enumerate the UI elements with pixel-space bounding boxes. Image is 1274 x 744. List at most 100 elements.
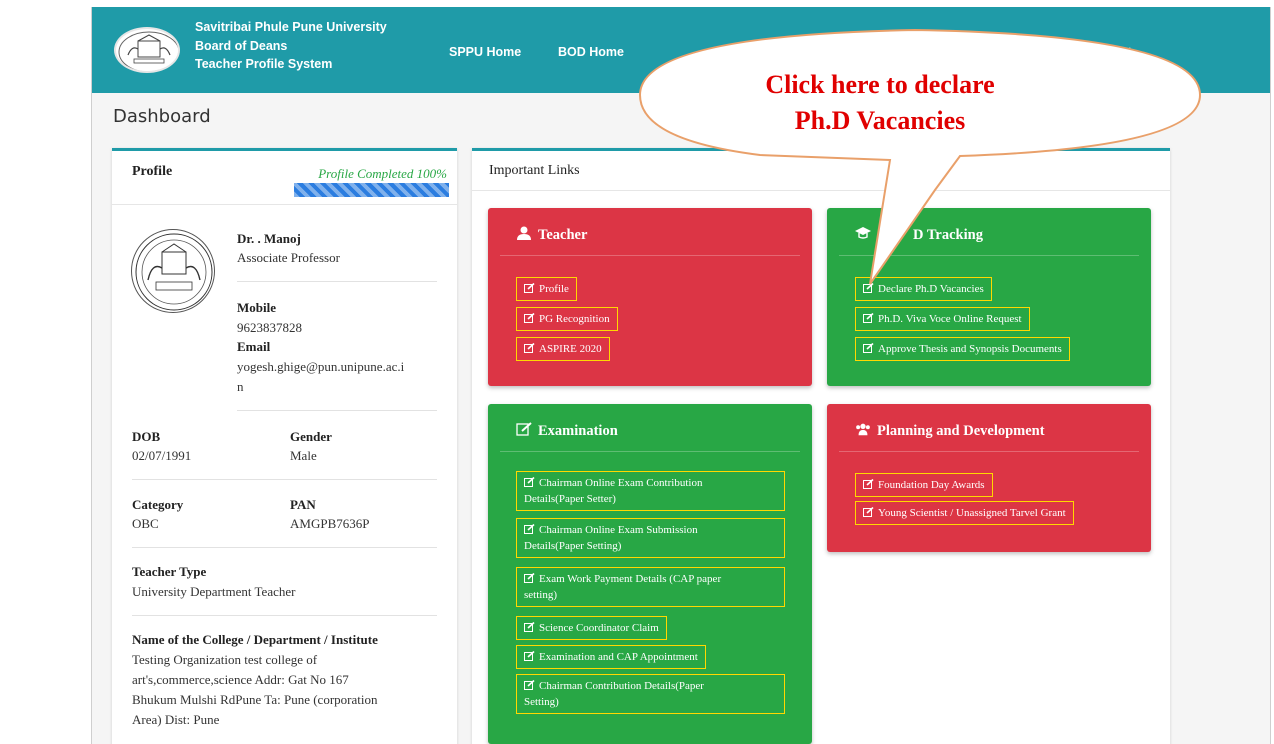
college-value-line3: Bhukum Mulshi RdPune Ta: Pune (corporati… xyxy=(132,692,378,707)
profile-card: Profile Profile Completed 100% Dr. . Man… xyxy=(112,148,457,744)
teacher-type-label: Teacher Type xyxy=(132,564,207,579)
college-value-line1: Testing Organization test college of xyxy=(132,652,318,667)
university-logo[interactable] xyxy=(114,27,180,73)
profile-card-title: Profile xyxy=(132,164,173,179)
edit-icon xyxy=(524,477,535,487)
button-label-line2: Details(Paper Setter) xyxy=(524,493,616,505)
profile-link-label: Profile xyxy=(539,283,569,295)
phd-tracking-box-title: D Tracking xyxy=(855,226,983,244)
nav-logout[interactable]: Logout xyxy=(1092,44,1132,59)
teacher-box-header: Teacher xyxy=(500,208,800,256)
edit-icon xyxy=(524,651,535,661)
pan-label: PAN xyxy=(290,497,316,512)
callout-text-line2: Ph.D Vacancies xyxy=(794,106,966,135)
button-label-line2: setting) xyxy=(524,589,557,601)
category-label: Category xyxy=(132,497,184,512)
edit-icon xyxy=(863,507,874,517)
edit-icon xyxy=(524,680,535,690)
foundation-day-awards-button[interactable]: Foundation Day Awards xyxy=(855,473,993,497)
phd-viva-voce-request-button[interactable]: Ph.D. Viva Voce Online Request xyxy=(855,307,1030,331)
teacher-box: Teacher Profile PG Recognition ASPIRE 20… xyxy=(488,208,812,386)
mobile-value: 9623837828 xyxy=(237,320,302,335)
button-label-line2: Setting) xyxy=(524,696,559,708)
divider xyxy=(132,615,437,616)
young-scientist-grant-button[interactable]: Young Scientist / Unassigned Tarvel Gran… xyxy=(855,501,1074,525)
gender-value: Male xyxy=(290,448,317,463)
declare-phd-vacancies-label: Declare Ph.D Vacancies xyxy=(878,283,984,295)
college-value-line2: art's,commerce,science Addr: Gat No 167 xyxy=(132,672,349,687)
profile-card-header: Profile Profile Completed 100% xyxy=(112,151,457,205)
planning-box-title: Planning and Development xyxy=(855,422,1045,440)
brand-title[interactable]: Savitribai Phule Pune University Board o… xyxy=(195,18,387,74)
important-links-card: Important Links Teacher Profile PG Recog… xyxy=(472,148,1170,744)
profile-link-button[interactable]: Profile xyxy=(516,277,577,301)
category-value: OBC xyxy=(132,516,159,531)
examination-box-label: Examination xyxy=(538,423,618,439)
divider xyxy=(132,479,437,480)
examination-box-header: Examination xyxy=(500,404,800,452)
edit-icon xyxy=(524,313,535,323)
profile-completion-label: Profile Completed 100% xyxy=(318,166,447,181)
college-value-line4: Area) Dist: Pune xyxy=(132,712,220,727)
planning-box-header: Planning and Development xyxy=(839,404,1139,452)
button-label-line1: Chairman Online Exam Contribution xyxy=(539,477,703,489)
divider xyxy=(237,410,437,411)
callout-text-line1: Click here to declare xyxy=(765,70,995,99)
button-label: Examination and CAP Appointment xyxy=(539,651,698,663)
teacher-box-label: Teacher xyxy=(538,227,588,243)
important-links-title: Important Links xyxy=(489,163,580,178)
edit-icon xyxy=(863,343,874,353)
graduation-icon xyxy=(855,227,871,239)
button-label-line1: Chairman Contribution Details(Paper xyxy=(539,680,704,692)
app-window: Savitribai Phule Pune University Board o… xyxy=(91,7,1271,744)
page-title: Dashboard xyxy=(113,106,211,127)
button-label: Young Scientist / Unassigned Tarvel Gran… xyxy=(878,507,1066,519)
chairman-contribution-details-button[interactable]: Chairman Contribution Details(Paper Setti… xyxy=(516,674,785,714)
examination-box: Examination Chairman Online Exam Contrib… xyxy=(488,404,812,744)
declare-phd-vacancies-button[interactable]: Declare Ph.D Vacancies xyxy=(855,277,992,301)
pg-recognition-link-button[interactable]: PG Recognition xyxy=(516,307,618,331)
aspire-2020-link-button[interactable]: ASPIRE 2020 xyxy=(516,337,610,361)
science-coordinator-claim-button[interactable]: Science Coordinator Claim xyxy=(516,616,667,640)
approve-thesis-button[interactable]: Approve Thesis and Synopsis Documents xyxy=(855,337,1070,361)
phd-viva-voce-request-label: Ph.D. Viva Voce Online Request xyxy=(878,313,1022,325)
divider xyxy=(132,547,437,548)
button-label: Foundation Day Awards xyxy=(878,479,985,491)
planning-box-label: Planning and Development xyxy=(877,423,1045,439)
dob-value: 02/07/1991 xyxy=(132,448,192,463)
edit-icon xyxy=(524,622,535,632)
examination-cap-appointment-button[interactable]: Examination and CAP Appointment xyxy=(516,645,706,669)
teacher-type-value: University Department Teacher xyxy=(132,584,296,599)
nav-bod-home[interactable]: BOD Home xyxy=(558,45,624,59)
avatar xyxy=(131,229,215,313)
brand-line-system: Teacher Profile System xyxy=(195,57,333,71)
edit-icon xyxy=(863,283,874,293)
edit-icon xyxy=(516,422,532,436)
brand-line-board: Board of Deans xyxy=(195,38,288,53)
profile-completion-bar xyxy=(294,183,449,197)
phd-tracking-box-label: D Tracking xyxy=(913,227,983,243)
users-icon xyxy=(856,423,870,436)
dob-label: DOB xyxy=(132,429,161,444)
approve-thesis-label: Approve Thesis and Synopsis Documents xyxy=(878,343,1062,355)
aspire-2020-link-label: ASPIRE 2020 xyxy=(539,343,602,355)
phd-tracking-box-header: D Tracking xyxy=(839,208,1139,256)
nav-sppu-home[interactable]: SPPU Home xyxy=(449,45,521,59)
chairman-online-exam-contribution-button[interactable]: Chairman Online Exam Contribution Details… xyxy=(516,471,785,511)
chairman-online-exam-submission-button[interactable]: Chairman Online Exam Submission Details(P… xyxy=(516,518,785,558)
button-label-line1: Chairman Online Exam Submission xyxy=(539,524,698,536)
email-value-line1: yogesh.ghige@pun.unipune.ac.i xyxy=(237,359,405,374)
top-navbar: Savitribai Phule Pune University Board o… xyxy=(92,7,1270,93)
pg-recognition-link-label: PG Recognition xyxy=(539,313,610,325)
teacher-designation: Associate Professor xyxy=(237,250,340,265)
button-label: Science Coordinator Claim xyxy=(539,622,659,634)
edit-icon xyxy=(524,283,535,293)
teacher-name: Dr. . Manoj xyxy=(237,231,301,246)
important-links-header: Important Links xyxy=(472,151,1170,191)
exam-work-payment-button[interactable]: Exam Work Payment Details (CAP paper sett… xyxy=(516,567,785,607)
examination-box-title: Examination xyxy=(516,422,618,440)
button-label-line2: Details(Paper Setting) xyxy=(524,540,622,552)
college-label: Name of the College / Department / Insti… xyxy=(132,632,378,647)
user-icon xyxy=(517,226,531,240)
edit-icon xyxy=(524,524,535,534)
